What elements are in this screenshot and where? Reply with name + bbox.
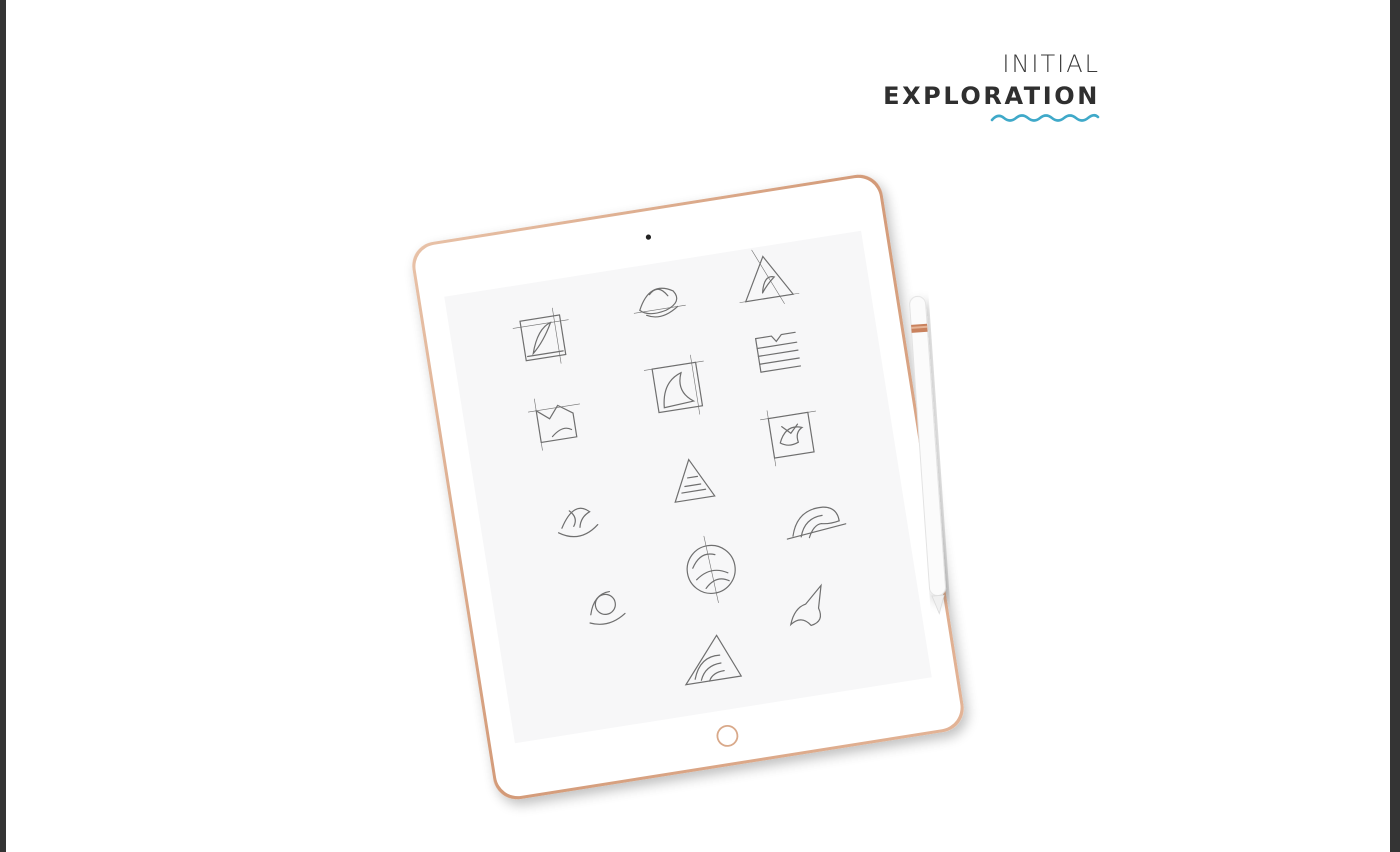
device-mockup — [412, 174, 964, 800]
presentation-slide: INITIAL EXPLORATION — [6, 0, 1390, 852]
tablet-icon — [412, 174, 964, 800]
